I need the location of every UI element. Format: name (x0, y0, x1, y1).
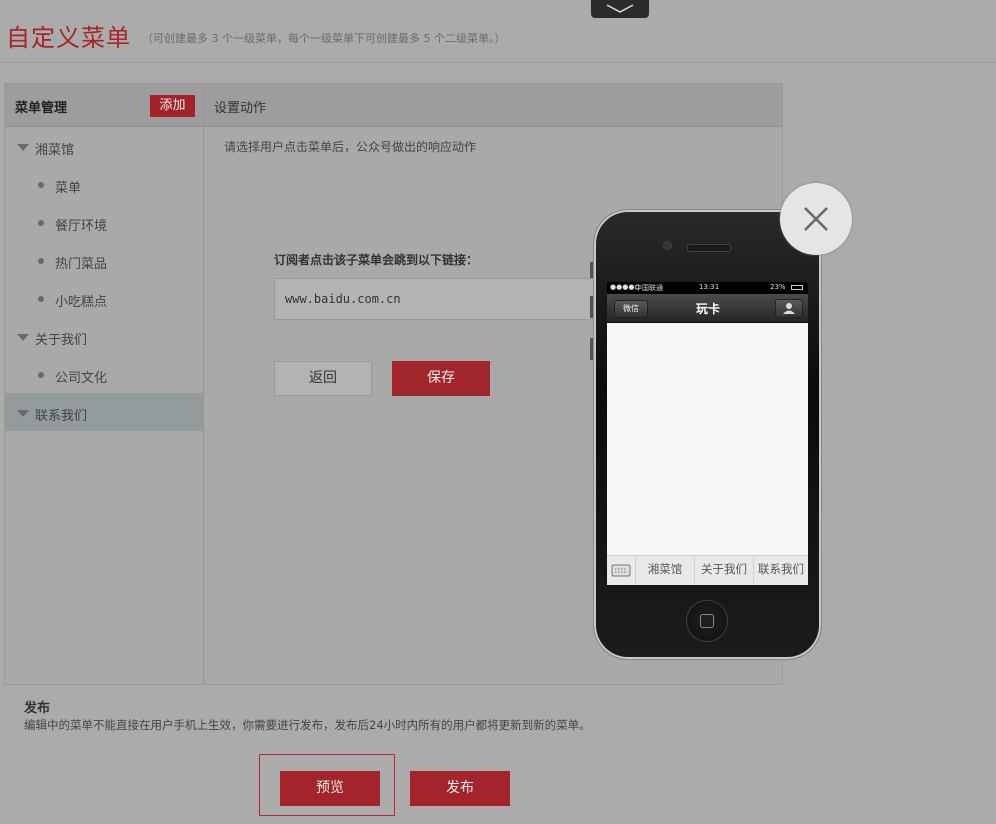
menu-item-label: 公司文化 (55, 371, 108, 386)
menu-item-label: 小吃糕点 (55, 295, 108, 310)
set-action-heading: 设置动作 (214, 101, 267, 116)
status-bar: ●●●●○ 中国联通 13:31 23% (607, 282, 808, 294)
menu-item-child[interactable]: 热门菜品 (5, 241, 203, 279)
triangle-down-icon (17, 144, 29, 151)
bullet-icon (38, 296, 44, 302)
save-button[interactable]: 保存 (392, 361, 490, 396)
menu-item-label: 餐厅环境 (55, 219, 108, 234)
menu-item-child[interactable]: 餐厅环境 (5, 203, 203, 241)
panel-header (5, 84, 782, 127)
keyboard-toggle[interactable] (607, 556, 636, 584)
title-divider (0, 62, 996, 63)
phone-side-button (590, 338, 593, 360)
menu-item-child[interactable]: 菜单 (5, 165, 203, 203)
page-subtitle: （可创建最多 3 个一级菜单，每个一级菜单下可创建最多 5 个二级菜单。） (142, 32, 506, 45)
column-divider (203, 84, 204, 684)
phone-menu-item[interactable]: 湘菜馆 (636, 556, 695, 584)
publish-button[interactable]: 发布 (410, 771, 510, 806)
menu-item-label: 湘菜馆 (35, 143, 75, 158)
triangle-down-icon (17, 334, 29, 341)
battery-label: 23% (770, 283, 786, 291)
camera-icon (663, 241, 672, 250)
close-preview-button[interactable] (780, 183, 852, 255)
clock-label: 13:31 (699, 283, 720, 291)
link-label: 订阅者点击该子菜单会跳到以下链接： (274, 253, 479, 267)
speaker-grille (687, 244, 731, 252)
collapse-toggle[interactable] (591, 0, 649, 18)
menu-item-parent[interactable]: 关于我们 (5, 317, 203, 355)
phone-side-button (590, 262, 593, 278)
menu-item-child[interactable]: 公司文化 (5, 355, 203, 393)
chevron-down-icon (606, 4, 634, 13)
triangle-down-icon (17, 410, 29, 417)
phone-side-button (590, 296, 593, 318)
page-title: 自定义菜单 (6, 24, 131, 52)
action-instruction: 请选择用户点击菜单后，公众号做出的响应动作 (224, 140, 477, 154)
publish-description: 编辑中的菜单不能直接在用户手机上生效，你需要进行发布，发布后24小时内所有的用户… (24, 718, 591, 732)
carrier-label: 中国联通 (635, 284, 663, 292)
home-square-icon (700, 614, 714, 628)
phone-back-button[interactable]: 微信 (614, 300, 648, 318)
close-icon (804, 207, 828, 231)
add-menu-button[interactable]: 添加 (150, 95, 195, 117)
phone-menu-item[interactable]: 联系我们 (754, 556, 808, 584)
menu-management-heading: 菜单管理 (15, 101, 68, 116)
menu-item-label: 菜单 (55, 181, 82, 196)
publish-heading: 发布 (24, 701, 51, 716)
phone-menu-item[interactable]: 关于我们 (695, 556, 754, 584)
phone-screen (607, 282, 808, 584)
preview-button[interactable]: 预览 (280, 771, 380, 806)
menu-item-parent[interactable]: 湘菜馆 (5, 127, 203, 165)
menu-item-child[interactable]: 小吃糕点 (5, 279, 203, 317)
battery-icon (791, 285, 803, 290)
menu-item-label: 关于我们 (35, 333, 88, 348)
bullet-icon (38, 182, 44, 188)
bullet-icon (38, 258, 44, 264)
menu-item-label: 热门菜品 (55, 257, 108, 272)
back-button[interactable]: 返回 (274, 361, 372, 396)
url-input[interactable]: www.baidu.com.cn (274, 278, 604, 320)
user-profile-button[interactable] (775, 299, 803, 318)
keyboard-icon (611, 564, 631, 577)
bullet-icon (38, 372, 44, 378)
person-icon (783, 303, 795, 314)
menu-item-parent-selected[interactable]: 联系我们 (5, 393, 203, 431)
bullet-icon (38, 220, 44, 226)
menu-item-label: 联系我们 (35, 409, 88, 424)
phone-nav-title: 玩卡 (695, 302, 720, 316)
